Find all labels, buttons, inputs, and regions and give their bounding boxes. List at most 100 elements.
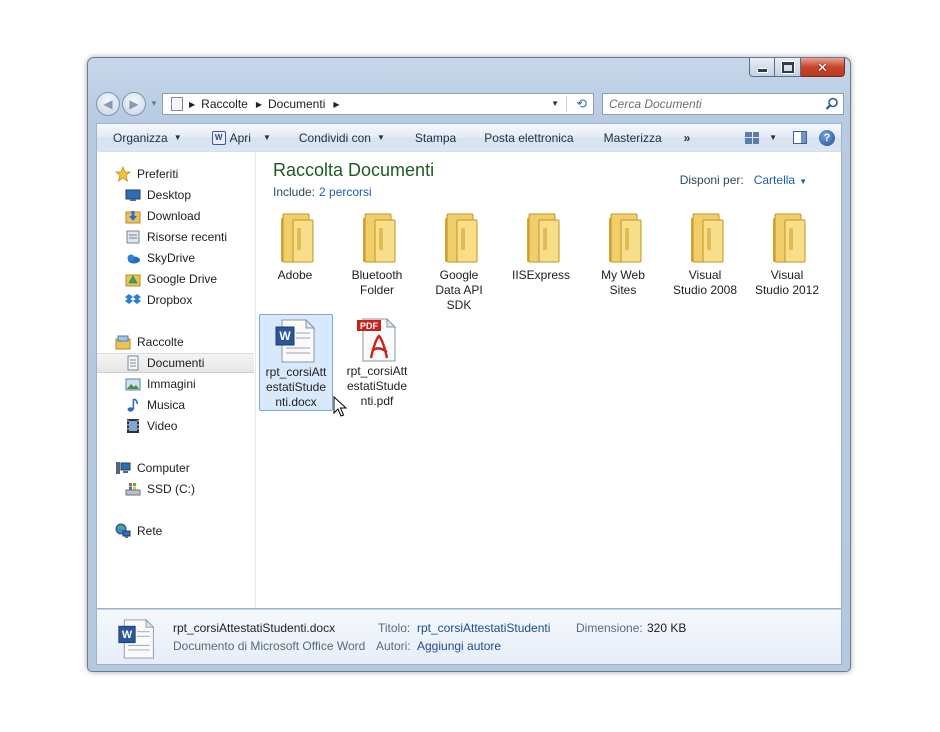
preview-pane-icon[interactable] xyxy=(793,131,807,144)
folder-label: Bluetooth Folder xyxy=(351,268,403,297)
search-box[interactable] xyxy=(602,93,844,115)
maximize-icon xyxy=(780,60,795,74)
folder-item[interactable]: Bluetooth Folder xyxy=(344,210,410,298)
burn-button[interactable]: Masterizza xyxy=(582,124,670,151)
include-locations-link[interactable]: 2 percorsi xyxy=(319,185,372,199)
folder-label: Visual Studio 2008 xyxy=(672,268,738,297)
search-input[interactable] xyxy=(609,96,809,112)
chevron-down-icon: ▼ xyxy=(376,133,385,142)
search-icon[interactable] xyxy=(825,97,839,111)
minimize-button[interactable] xyxy=(749,58,775,77)
breadcrumb-raccolte[interactable]: Raccolte xyxy=(201,97,248,111)
music-icon xyxy=(125,397,141,413)
arrange-dropdown[interactable]: Cartella ▼ xyxy=(754,173,807,187)
file-item-docx[interactable]: W rpt_corsiAttestatiStudenti.docx xyxy=(259,314,333,411)
libraries-icon xyxy=(115,334,131,350)
share-button[interactable]: Condividi con ▼ xyxy=(279,124,393,151)
sidebar-item-pictures[interactable]: Immagini xyxy=(125,374,196,394)
sidebar-item-skydrive[interactable]: SkyDrive xyxy=(125,248,195,268)
chevron-down-icon[interactable]: ▼ xyxy=(263,133,271,142)
arrow-right-icon: ▶ xyxy=(129,97,139,111)
sidebar-item-dropbox[interactable]: Dropbox xyxy=(125,290,192,310)
sidebar-item-video[interactable]: Video xyxy=(125,416,177,436)
forward-button[interactable]: ▶ xyxy=(122,92,146,116)
print-button[interactable]: Stampa xyxy=(393,124,464,151)
refresh-icon[interactable]: ⟲ xyxy=(576,96,587,112)
explorer-window: ✕ ◀ ▶ ▼ ▶ Raccolte ▶ Documenti ▶ ▼ ⟲ Org xyxy=(87,57,851,672)
more-commands-button[interactable]: » xyxy=(670,124,699,151)
details-pane: W rpt_corsiAttestatiStudenti.docx Docume… xyxy=(96,609,842,665)
sidebar-item-music[interactable]: Musica xyxy=(125,395,185,415)
chevron-down-icon: ▼ xyxy=(799,177,807,186)
close-button[interactable]: ✕ xyxy=(801,58,845,77)
email-button[interactable]: Posta elettronica xyxy=(464,124,581,151)
folder-item[interactable]: IISExpress xyxy=(508,210,574,283)
sidebar-label: Preferiti xyxy=(137,167,179,181)
sidebar-label: SSD (C:) xyxy=(147,482,195,496)
sidebar-item-computer[interactable]: Computer xyxy=(115,458,190,478)
chevron-down-icon[interactable]: ▼ xyxy=(769,133,777,142)
video-icon xyxy=(125,418,141,434)
desktop-icon xyxy=(125,187,141,203)
sidebar-label: Google Drive xyxy=(147,272,218,286)
sidebar-item-network[interactable]: Rete xyxy=(115,521,162,541)
close-icon: ✕ xyxy=(817,59,828,75)
sidebar-item-desktop[interactable]: Desktop xyxy=(125,185,191,205)
address-separator xyxy=(566,96,567,112)
svg-text:W: W xyxy=(122,629,133,641)
recent-places-icon xyxy=(125,229,141,245)
back-button[interactable]: ◀ xyxy=(96,92,120,116)
folder-item[interactable]: Visual Studio 2008 xyxy=(672,210,738,298)
burn-label: Masterizza xyxy=(603,130,662,145)
sidebar-item-google-drive[interactable]: Google Drive xyxy=(125,269,217,289)
organize-button[interactable]: Organizza ▼ xyxy=(97,124,190,151)
star-icon xyxy=(115,166,131,182)
folder-item[interactable]: Visual Studio 2012 xyxy=(754,210,820,298)
navigation-pane: Preferiti Desktop Download Risorse recen… xyxy=(97,152,256,608)
sidebar-item-recent[interactable]: Risorse recenti xyxy=(125,227,227,247)
download-folder-icon xyxy=(125,208,141,224)
breadcrumb-documenti[interactable]: Documenti xyxy=(268,97,325,111)
word-document-icon: W xyxy=(118,619,155,659)
details-size-label: Dimensione: xyxy=(576,621,643,635)
address-bar[interactable]: ▶ Raccolte ▶ Documenti ▶ ▼ ⟲ xyxy=(162,93,594,115)
sidebar-label: Rete xyxy=(137,524,163,538)
sidebar-label: Raccolte xyxy=(137,335,184,349)
recent-pages-dropdown[interactable]: ▼ xyxy=(150,99,158,108)
folder-item[interactable]: Adobe xyxy=(262,210,328,283)
pictures-icon xyxy=(125,376,141,392)
change-view-button[interactable]: ▼ xyxy=(741,124,781,151)
sidebar-label: Risorse recenti xyxy=(147,230,228,244)
help-icon[interactable]: ? xyxy=(819,129,835,146)
command-bar: Organizza ▼ W Apri ▼ Condividi con ▼ Stampa… xyxy=(96,123,842,151)
details-authors-value[interactable]: Aggiungi autore xyxy=(417,639,501,653)
folder-icon xyxy=(281,213,314,263)
open-button[interactable]: W Apri ▼ xyxy=(190,124,279,151)
include-label: Include: xyxy=(273,185,316,199)
folder-item[interactable]: Google Data API SDK xyxy=(426,210,492,313)
sidebar-label: Desktop xyxy=(147,188,192,202)
file-item-pdf[interactable]: PDF rpt_corsiAttestatiStudenti.pdf xyxy=(344,318,410,409)
chevron-right-icon[interactable]: ▶ xyxy=(189,100,195,109)
sidebar-item-libraries[interactable]: Raccolte xyxy=(115,332,184,352)
chevron-right-icon[interactable]: ▶ xyxy=(256,100,262,109)
folder-icon xyxy=(527,213,560,263)
arrange-by: Disponi per: Cartella ▼ xyxy=(680,173,807,187)
documents-icon xyxy=(125,355,141,371)
sidebar-label: Download xyxy=(147,209,201,223)
sidebar-label: Musica xyxy=(147,398,186,412)
address-dropdown-icon[interactable]: ▼ xyxy=(551,99,559,108)
sidebar-item-download[interactable]: Download xyxy=(125,206,200,226)
maximize-button[interactable] xyxy=(775,58,801,77)
sidebar-item-favorites[interactable]: Preferiti xyxy=(115,164,178,184)
sidebar-item-documents[interactable]: Documenti xyxy=(125,353,204,373)
views-icon xyxy=(745,131,760,144)
folder-label: Google Data API SDK xyxy=(435,268,483,312)
details-title-value[interactable]: rpt_corsiAttestatiStudenti xyxy=(417,621,550,635)
chevron-down-icon: ▼ xyxy=(173,133,182,142)
folder-icon xyxy=(691,213,724,263)
chevron-right-icon[interactable]: ▶ xyxy=(333,100,339,109)
arrow-left-icon: ◀ xyxy=(103,97,113,111)
sidebar-item-ssd[interactable]: SSD (C:) xyxy=(125,479,195,499)
folder-item[interactable]: My Web Sites xyxy=(590,210,656,298)
